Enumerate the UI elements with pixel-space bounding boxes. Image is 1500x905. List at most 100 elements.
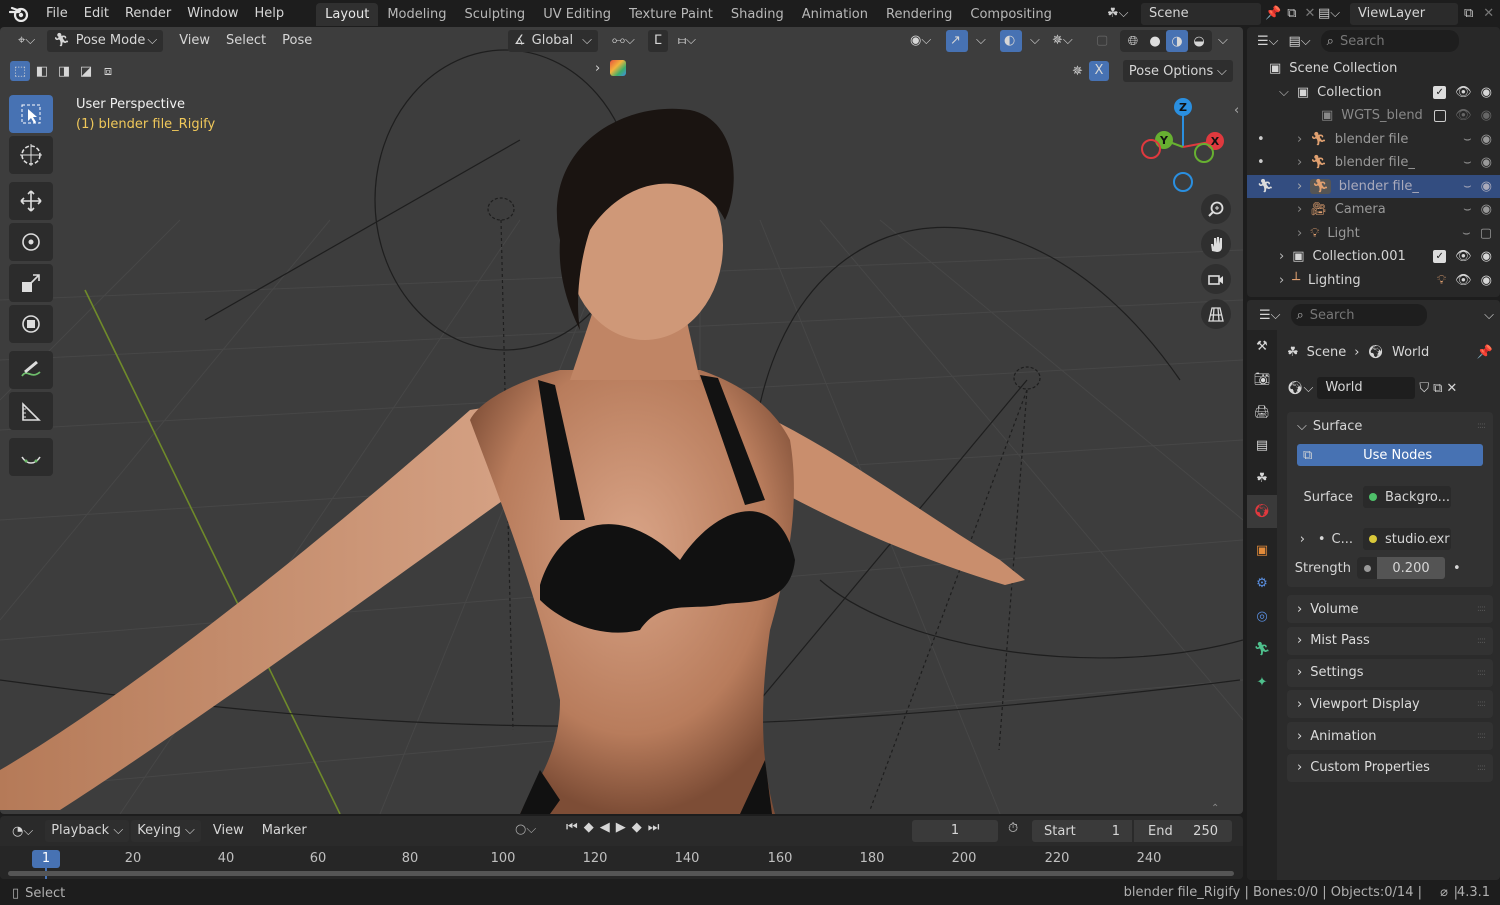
- delete-viewlayer-icon[interactable]: ✕: [1483, 6, 1494, 21]
- transform-tool-icon[interactable]: [9, 305, 53, 343]
- world-browse-icon[interactable]: 🌍︎⌵: [1287, 381, 1313, 396]
- chevron-down-icon[interactable]: ⌵: [1212, 30, 1234, 52]
- outliner-search-field[interactable]: ⌕ Search: [1320, 30, 1459, 52]
- surface-shader-field[interactable]: Backgro...: [1363, 486, 1451, 508]
- strength-field[interactable]: 0.200: [1357, 557, 1445, 579]
- menu-view[interactable]: View: [207, 820, 250, 842]
- new-viewlayer-icon[interactable]: ⧉: [1464, 6, 1473, 21]
- jump-end-icon[interactable]: ⏭︎: [648, 820, 660, 835]
- checkbox-icon[interactable]: ✓: [1433, 85, 1447, 99]
- prev-keyframe-icon[interactable]: ◆: [584, 820, 594, 835]
- playhead-marker[interactable]: 1: [32, 850, 60, 868]
- menu-pose[interactable]: Pose: [276, 30, 318, 52]
- snap-target-icon[interactable]: ⧦⌵: [672, 30, 702, 52]
- camera-render-icon[interactable]: ◉: [1481, 249, 1492, 264]
- drag-grip-icon[interactable]: ::::: [1477, 731, 1486, 741]
- scale-tool-icon[interactable]: [9, 264, 53, 302]
- modifier-tab-icon[interactable]: ⚙: [1247, 567, 1277, 600]
- tab-sculpting[interactable]: Sculpting: [455, 3, 534, 26]
- scene-name[interactable]: Scene: [1141, 2, 1261, 25]
- outliner-row-camera[interactable]: › 🎥︎ Camera ⌣ ◉: [1247, 198, 1500, 222]
- outliner-row-blender-file-3[interactable]: 🏃︎ › 🏃︎ blender file_ ⌣ ◉: [1247, 174, 1500, 198]
- chevron-down-icon[interactable]: ⌵: [1279, 85, 1289, 100]
- volume-panel[interactable]: › Volume::::: [1287, 595, 1493, 623]
- x-mirror-toggle[interactable]: X: [1088, 61, 1109, 81]
- chevron-right-icon[interactable]: ›: [1287, 532, 1305, 547]
- next-keyframe-icon[interactable]: ◆: [632, 820, 642, 835]
- outliner-row-wgts[interactable]: ▣ WGTS_blend 👁︎ ◉: [1247, 104, 1500, 128]
- drag-grip-icon[interactable]: ::::: [1477, 699, 1486, 709]
- auto-keying-icon[interactable]: ○⌵: [515, 822, 536, 837]
- chevron-right-icon[interactable]: ›: [1297, 132, 1302, 147]
- drag-grip-icon[interactable]: ::::: [1477, 668, 1486, 678]
- eye-closed-icon[interactable]: ⌣: [1463, 179, 1472, 194]
- editor-type-icon[interactable]: ⌖⌵: [12, 30, 41, 52]
- render-tab-icon[interactable]: 📷︎: [1247, 363, 1277, 396]
- viewlayer-name[interactable]: ViewLayer: [1350, 2, 1458, 25]
- mist-pass-panel[interactable]: › Mist Pass::::: [1287, 626, 1493, 655]
- visibility-icon[interactable]: ◉⌵: [904, 30, 937, 52]
- scene-selector[interactable]: ☘⌵ Scene 📌 ⧉ ✕: [1107, 2, 1315, 25]
- overlay-toggle-icon[interactable]: ◐: [1000, 30, 1022, 52]
- drag-grip-icon[interactable]: ::::: [1477, 604, 1486, 614]
- select-box-tool-icon[interactable]: [9, 95, 53, 133]
- menu-select[interactable]: Select: [220, 30, 272, 52]
- delete-scene-icon[interactable]: ✕: [1304, 6, 1315, 21]
- camera-render-icon[interactable]: ◉: [1481, 202, 1492, 217]
- solid-shading-icon[interactable]: ●: [1144, 30, 1166, 52]
- snap-icon[interactable]: ⵎ: [648, 30, 669, 52]
- pin-icon[interactable]: 📌: [1265, 6, 1281, 21]
- use-nodes-button[interactable]: ⧉ Use Nodes: [1297, 444, 1483, 466]
- camera-render-icon[interactable]: ◉: [1481, 155, 1492, 170]
- chevron-up-icon[interactable]: ⌃: [1211, 803, 1219, 814]
- settings-panel[interactable]: › Settings::::: [1287, 658, 1493, 687]
- menu-edit[interactable]: Edit: [76, 0, 117, 27]
- viewlayer-selector[interactable]: ▤⌵ ViewLayer ⧉ ✕: [1318, 2, 1494, 25]
- material-shading-icon[interactable]: ◑: [1166, 30, 1188, 52]
- blender-logo-icon[interactable]: [0, 6, 38, 22]
- menu-render[interactable]: Render: [117, 0, 179, 27]
- eye-icon[interactable]: 👁︎: [1455, 273, 1472, 288]
- new-scene-icon[interactable]: ⧉: [1287, 6, 1296, 21]
- object-tab-icon[interactable]: ▣: [1247, 534, 1277, 567]
- editor-type-icon[interactable]: ☰⌵: [1257, 34, 1279, 49]
- chevron-down-icon[interactable]: ⌵: [970, 30, 992, 52]
- chevron-right-icon[interactable]: ›: [1297, 202, 1302, 217]
- animation-panel[interactable]: › Animation::::: [1287, 722, 1493, 751]
- outliner-row-collection[interactable]: ⌵ ▣ Collection ✓ 👁︎ ◉: [1247, 81, 1500, 105]
- start-frame-field[interactable]: Start 1: [1032, 820, 1132, 842]
- menu-file[interactable]: File: [38, 0, 76, 27]
- tab-texture-paint[interactable]: Texture Paint: [620, 3, 722, 26]
- eye-closed-icon[interactable]: ⌣: [1463, 132, 1472, 147]
- editor-type-icon[interactable]: ☰⌵: [1259, 308, 1281, 323]
- color-texture-field[interactable]: studio.exr: [1363, 528, 1451, 550]
- tab-compositing[interactable]: Compositing: [961, 3, 1061, 26]
- pivot-icon[interactable]: ⧟⌵: [606, 30, 641, 52]
- world-tab-icon[interactable]: 🌍︎: [1247, 495, 1277, 528]
- fake-user-icon[interactable]: ⛉: [1419, 381, 1429, 396]
- symmetry-icon[interactable]: ✵: [1072, 64, 1083, 79]
- outliner-row-collection-001[interactable]: › ▣ Collection.001 ✓ 👁︎ ◉: [1247, 245, 1500, 269]
- xray-icon[interactable]: ▢: [1090, 30, 1114, 52]
- menu-help[interactable]: Help: [247, 0, 293, 27]
- pan-hand-icon[interactable]: [1201, 229, 1231, 259]
- annotate-tool-icon[interactable]: [9, 351, 53, 389]
- object-gizmo-icon[interactable]: [610, 60, 626, 76]
- pose-options-dropdown[interactable]: Pose Options ⌵: [1122, 60, 1233, 82]
- camera-render-icon[interactable]: ◉: [1481, 108, 1492, 123]
- view-layer-tab-icon[interactable]: ▤: [1247, 429, 1277, 462]
- menu-marker[interactable]: Marker: [256, 820, 313, 842]
- chevron-right-icon[interactable]: ›: [1297, 155, 1302, 170]
- tab-shading[interactable]: Shading: [722, 3, 793, 26]
- drag-grip-icon[interactable]: ::::: [1477, 421, 1486, 431]
- orientation-selector[interactable]: ∡ Global ⌵: [508, 30, 598, 52]
- chevron-right-icon[interactable]: ›: [1279, 273, 1284, 288]
- rotate-tool-icon[interactable]: [9, 223, 53, 261]
- tool-tab-icon[interactable]: ⚒: [1247, 330, 1277, 363]
- display-mode-icon[interactable]: ▤⌵: [1289, 34, 1311, 49]
- drag-grip-icon[interactable]: ::::: [1477, 763, 1486, 773]
- outliner-row-blender-file-2[interactable]: • › 🏃︎ blender file_ ⌣ ◉: [1247, 151, 1500, 175]
- object-data-tab-icon[interactable]: 🏃︎: [1247, 633, 1277, 666]
- sidebar-toggle-icon[interactable]: ‹: [1234, 103, 1239, 118]
- surface-panel-header[interactable]: ⌵ Surface ::::: [1287, 412, 1493, 440]
